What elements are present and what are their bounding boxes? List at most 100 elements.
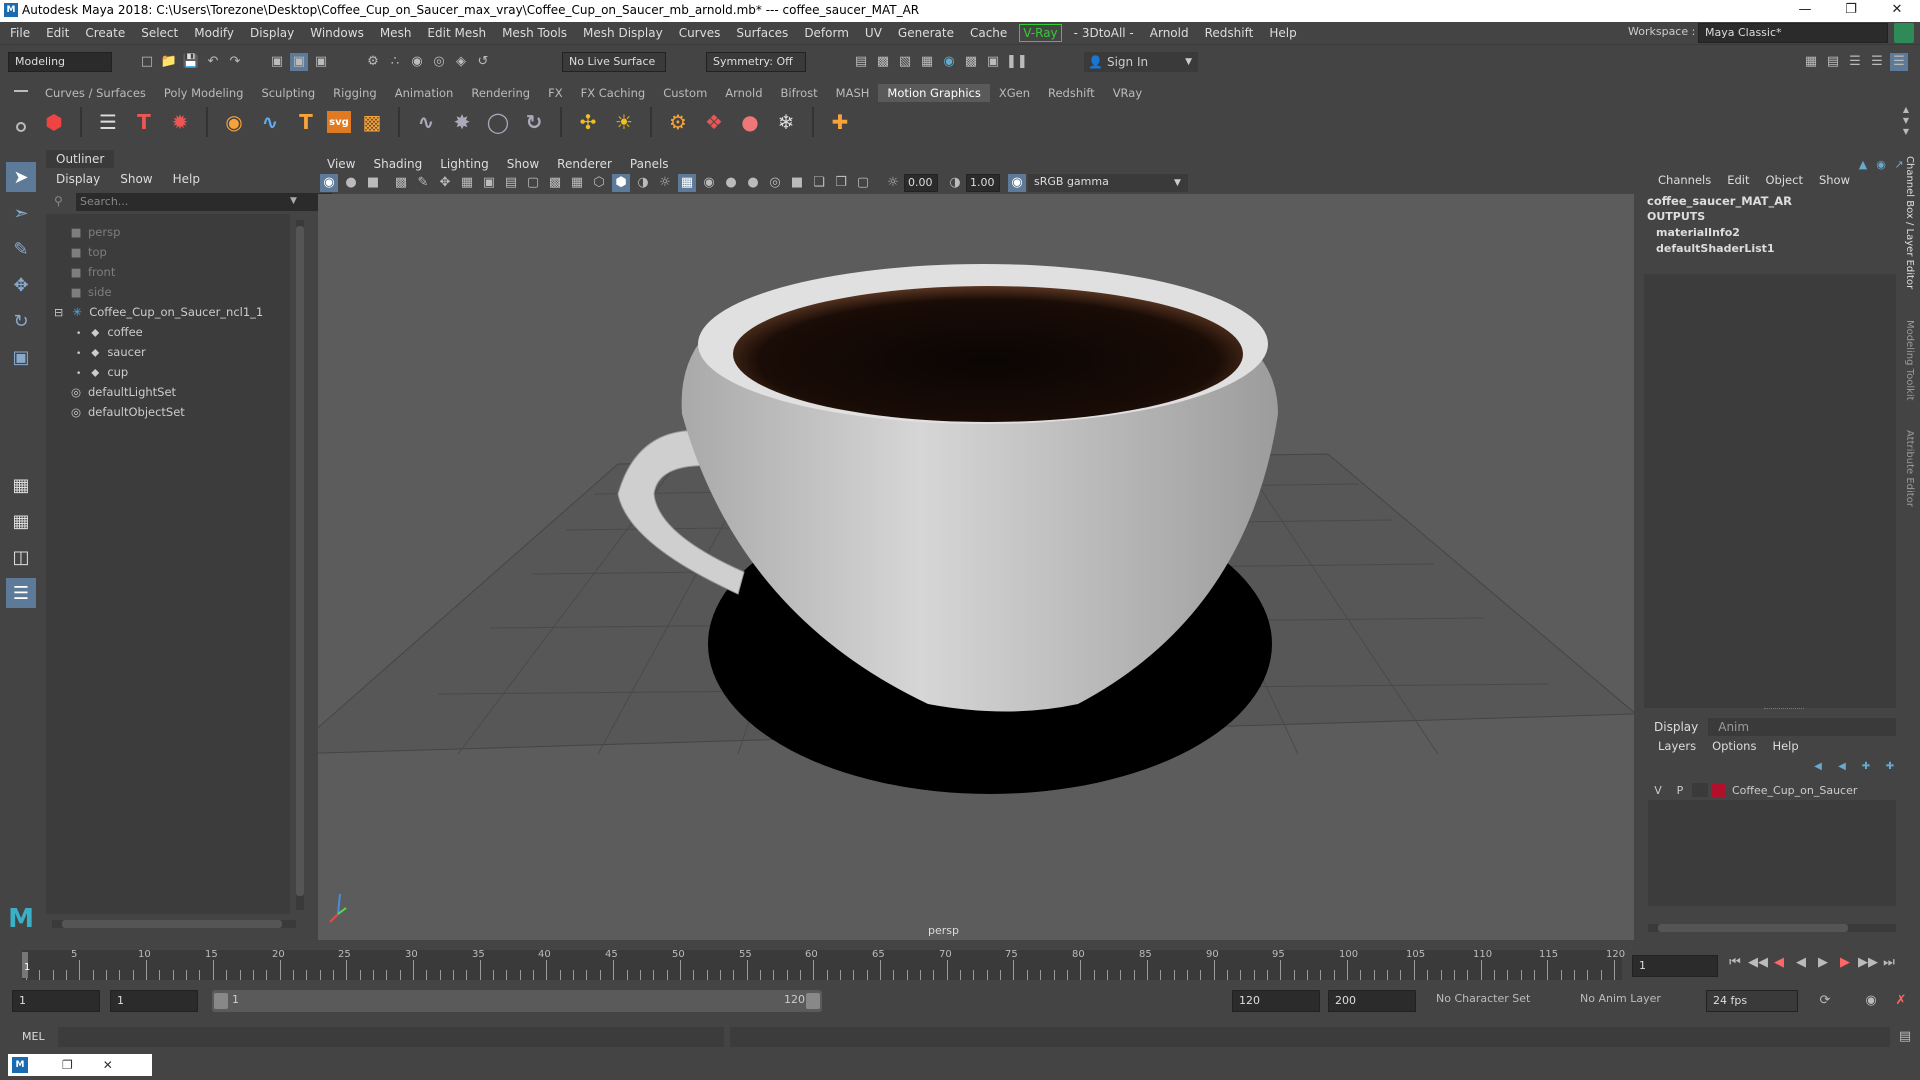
film-gate-icon[interactable]: ▣ [480,174,498,192]
play-backwards-icon[interactable]: ◀ [1792,954,1810,972]
outliner-item[interactable]: ■ top [68,242,107,262]
outliner-item[interactable]: • ⬥ saucer [76,342,146,362]
step-back-frame-icon[interactable]: ◀ [1770,954,1788,972]
channel-box-menu-edit[interactable]: Edit [1719,173,1757,187]
menu-3dtoall[interactable]: - 3DtoAll - [1066,22,1142,44]
shelf-tab-curves-surfaces[interactable]: Curves / Surfaces [36,84,155,102]
shelf-tab-poly-modeling[interactable]: Poly Modeling [155,84,253,102]
cb-sort-icon[interactable]: ▲ [1856,156,1870,171]
layer-menu-layers[interactable]: Layers [1650,739,1704,753]
start-time-field[interactable]: 1 [12,990,100,1012]
save-scene-icon[interactable]: 💾 [182,53,200,71]
move-tool-icon[interactable]: ✥ [6,270,36,300]
shelf-tab-sculpting[interactable]: Sculpting [252,84,324,102]
minimized-window[interactable]: M ❐ ✕ [8,1054,152,1076]
menu-select[interactable]: Select [133,22,186,44]
smooth-shade-icon[interactable]: ⬢ [612,174,630,192]
output-node-material-info[interactable]: materialInfo2 [1656,226,1740,239]
text-red-icon[interactable]: T [129,107,159,137]
xray-active-icon[interactable]: ▢ [854,174,872,192]
menu-mesh-display[interactable]: Mesh Display [575,22,671,44]
auto-key-icon[interactable]: ◉ [1862,992,1880,1010]
snap-point-icon[interactable]: ◉ [408,53,426,71]
camera-attributes-icon[interactable]: ● [342,174,360,192]
gear-move-icon[interactable]: ⚙ [663,107,693,137]
cb-help-icon[interactable]: ◉ [1874,156,1888,171]
lasso-tool-icon[interactable]: ➣ [6,198,36,228]
shelf-tab-mash[interactable]: MASH [827,84,879,102]
pause-icon[interactable]: ❚❚ [1006,53,1028,71]
bend-icon[interactable]: ◯ [483,107,513,137]
render-settings-icon[interactable]: ▦ [918,53,936,71]
outliner-item[interactable]: ⊟ ✳ Coffee_Cup_on_Saucer_ncl1_1 [54,302,263,322]
menu-v-ray[interactable]: V-Ray [1019,24,1062,42]
motion-blur-icon[interactable]: ● [722,174,740,192]
bookmark-icon[interactable]: ■ [364,174,382,192]
select-tool-icon[interactable]: ➤ [6,162,36,192]
menu-cache[interactable]: Cache [962,22,1015,44]
brush-icon[interactable]: ✹ [165,107,195,137]
menu-edit[interactable]: Edit [38,22,77,44]
exposure-field[interactable]: 0.00 [904,174,938,192]
channel-box-node-name[interactable]: coffee_saucer_MAT_AR [1647,194,1792,208]
scale-tool-icon[interactable]: ▣ [6,342,36,372]
channel-box-menu-object[interactable]: Object [1758,173,1811,187]
shelf-scroll[interactable]: ▲ ▼ ▼ [1900,104,1912,138]
modeling-toolkit-icon[interactable]: ▦ [1802,53,1820,71]
layer-menu-options[interactable]: Options [1704,739,1764,753]
outliner-item[interactable]: ◎ defaultLightSet [68,382,176,402]
end-time-field[interactable]: 200 [1328,990,1416,1012]
play-forwards-icon[interactable]: ▶ [1814,954,1832,972]
tab-channel-box-layer-editor[interactable]: Channel Box / Layer Editor [1904,156,1915,289]
shelf-tab-rendering[interactable]: Rendering [462,84,539,102]
move-layer-down-icon[interactable]: ◀ [1832,758,1852,776]
tab-display[interactable]: Display [1644,718,1709,736]
mograph-cube-icon[interactable]: ⬢ [39,107,69,137]
cloth-icon[interactable]: ❖ [699,107,729,137]
menu-mesh-tools[interactable]: Mesh Tools [494,22,575,44]
outliner-hscroll[interactable] [52,920,296,928]
chevron-down-icon[interactable]: ▼ [290,196,297,206]
range-end-handle[interactable] [806,993,820,1009]
rotate-tool-icon[interactable]: ↻ [6,306,36,336]
workspace-dropdown[interactable]: Maya Classic* [1698,23,1888,43]
curve-icon[interactable]: ∿ [255,107,285,137]
script-editor-icon[interactable]: ▤ [1896,1028,1914,1046]
tab-modeling-toolkit[interactable]: Modeling Toolkit [1904,320,1915,401]
shelf-tab-redshift[interactable]: Redshift [1039,84,1104,102]
mel-label[interactable]: MEL [22,1030,45,1043]
current-frame-field[interactable]: 1 [1632,955,1718,977]
paint-select-icon[interactable]: ✎ [6,234,36,264]
four-view-icon[interactable]: ▦ [6,506,36,536]
layer-type-toggle[interactable] [1692,783,1708,797]
outliner-menu-display[interactable]: Display [46,170,110,188]
sphere-icon[interactable]: ◉ [219,107,249,137]
outliner-item[interactable]: • ⬥ cup [76,362,128,382]
step-forward-key-icon[interactable]: ▶▶ [1858,954,1878,972]
range-slider[interactable]: 1 120 [212,990,822,1012]
plus-icon[interactable]: ✚ [825,107,855,137]
loop-icon[interactable]: ⟳ [1816,992,1834,1010]
single-view-icon[interactable]: ▦ [6,470,36,500]
playback-end-field[interactable]: 120 [1232,990,1320,1012]
xray-icon[interactable]: ❏ [810,174,828,192]
svg-icon[interactable]: svg [327,111,351,133]
menu-modify[interactable]: Modify [186,22,242,44]
shelf-tab-vray[interactable]: VRay [1104,84,1151,102]
close-window-icon[interactable]: ✕ [103,1058,113,1072]
tool-settings-icon[interactable]: ☰ [1868,53,1886,71]
shadows-icon[interactable]: ▦ [678,174,696,192]
layer-color-swatch[interactable] [1712,783,1726,797]
arrows-icon[interactable]: ✣ [573,107,603,137]
box-icon[interactable]: ▩ [357,107,387,137]
camera-select-icon[interactable]: ◉ [320,174,338,192]
anim-layer-dropdown[interactable]: No Anim Layer [1580,992,1661,1005]
character-set-dropdown[interactable]: No Character Set [1436,992,1530,1005]
menu-create[interactable]: Create [77,22,133,44]
select-hierarchy-icon[interactable]: ▣ [268,53,286,71]
sign-in-button[interactable]: 👤 Sign In ▼ [1084,52,1198,72]
open-scene-icon[interactable]: 📁 [160,53,178,71]
list-icon[interactable]: ☰ [93,107,123,137]
outliner-toggle-icon[interactable]: ▤ [1824,53,1842,71]
viewport-menu-view[interactable]: View [318,154,364,174]
